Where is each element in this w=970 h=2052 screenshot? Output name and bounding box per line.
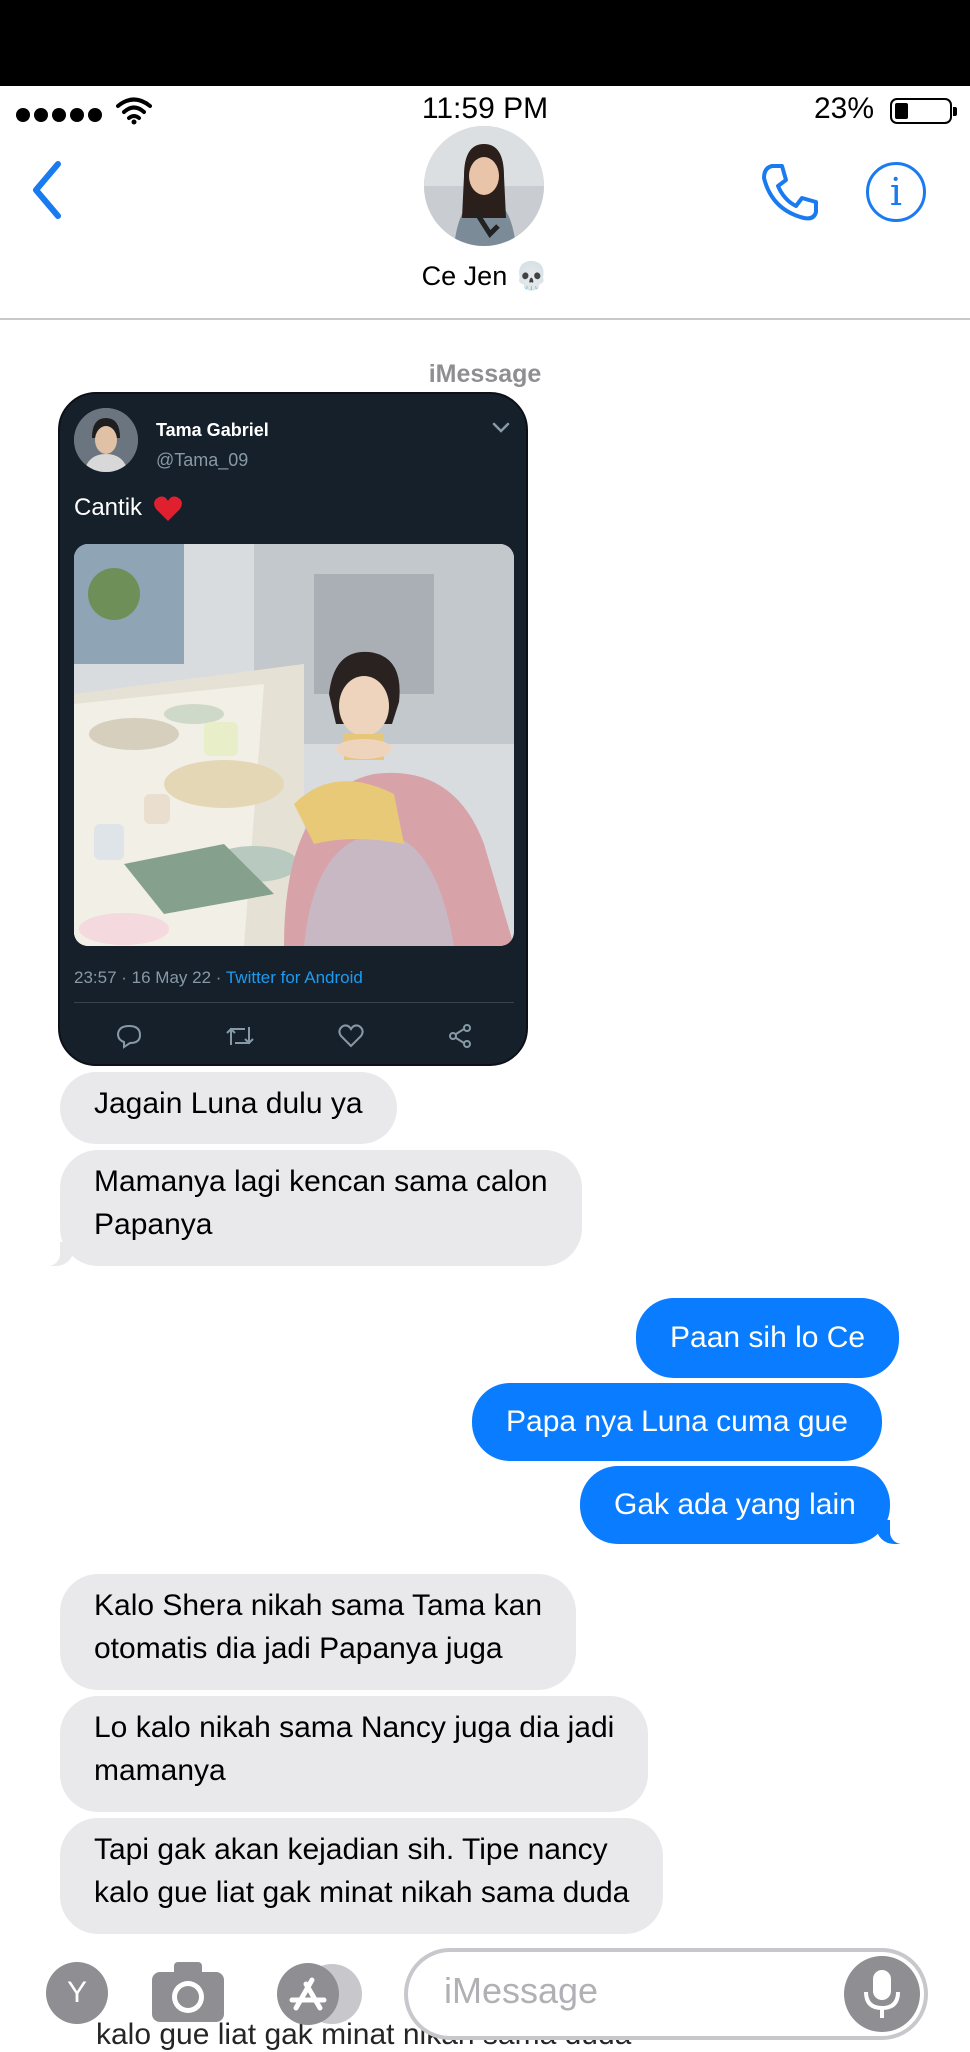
- tweet-text: Cantik: [74, 494, 183, 523]
- service-label: iMessage: [428, 360, 542, 388]
- back-chevron-icon[interactable]: [30, 160, 64, 220]
- tweet-author-name: Tama Gabriel: [156, 420, 269, 440]
- app-store-icon[interactable]: [276, 1962, 366, 2026]
- battery-percent: 23%: [813, 92, 874, 125]
- share-icon[interactable]: [447, 1023, 473, 1049]
- like-icon[interactable]: [337, 1024, 364, 1048]
- tweet-timestamp: 23:57 · 16 May 22 ·: [74, 968, 226, 987]
- reply-icon[interactable]: [116, 1023, 142, 1049]
- info-icon[interactable]: i: [866, 162, 926, 222]
- message-bubble-received[interactable]: Jagain Luna dulu ya: [60, 1072, 397, 1144]
- tweet-author-handle: @Tama_09: [156, 450, 249, 470]
- chevron-down-icon[interactable]: [492, 422, 510, 434]
- tweet-text-content: Cantik: [74, 494, 143, 521]
- message-bubble-received[interactable]: Mamanya lagi kencan sama calon Papanya: [40, 1150, 582, 1266]
- message-input[interactable]: iMessage: [404, 1948, 928, 2040]
- contact-name[interactable]: Ce Jen 💀: [0, 260, 970, 292]
- message-bubble-sent[interactable]: Gak ada yang lain: [580, 1466, 910, 1544]
- tweet-author-avatar: [74, 408, 138, 472]
- battery-icon: [890, 98, 957, 124]
- phone-icon[interactable]: [758, 160, 822, 224]
- top-black-bar: [0, 0, 970, 86]
- tweet-card[interactable]: Tama Gabriel @Tama_09 Cantik 23:57 · 16 …: [58, 392, 528, 1066]
- message-bubble-sent[interactable]: Papa nya Luna cuma gue: [472, 1383, 882, 1461]
- camera-icon[interactable]: [150, 1958, 226, 2024]
- conversation-header: Ce Jen 💀 i: [0, 126, 970, 320]
- tweet-photo[interactable]: [74, 544, 514, 946]
- message-bubble-sent[interactable]: Paan sih lo Ce: [636, 1298, 900, 1378]
- microphone-icon[interactable]: [844, 1956, 920, 2032]
- app-drawer-button[interactable]: Y: [46, 1962, 108, 2024]
- tweet-meta: 23:57 · 16 May 22 · Twitter for Android: [74, 968, 363, 988]
- retweet-icon[interactable]: [225, 1023, 255, 1049]
- message-bubble-received[interactable]: Tapi gak akan kejadian sih. Tipe nancy k…: [60, 1818, 664, 1934]
- message-bubble-received[interactable]: Kalo Shera nikah sama Tama kan otomatis …: [60, 1574, 577, 1690]
- contact-avatar[interactable]: [424, 126, 544, 246]
- tweet-source[interactable]: Twitter for Android: [226, 968, 363, 987]
- tweet-divider: [74, 1002, 514, 1003]
- message-input-placeholder: iMessage: [444, 1970, 599, 2011]
- tweet-actions: [74, 1018, 514, 1054]
- heart-emoji-icon: [153, 496, 182, 521]
- message-bubble-received[interactable]: Lo kalo nikah sama Nancy juga dia jadi m…: [60, 1696, 649, 1812]
